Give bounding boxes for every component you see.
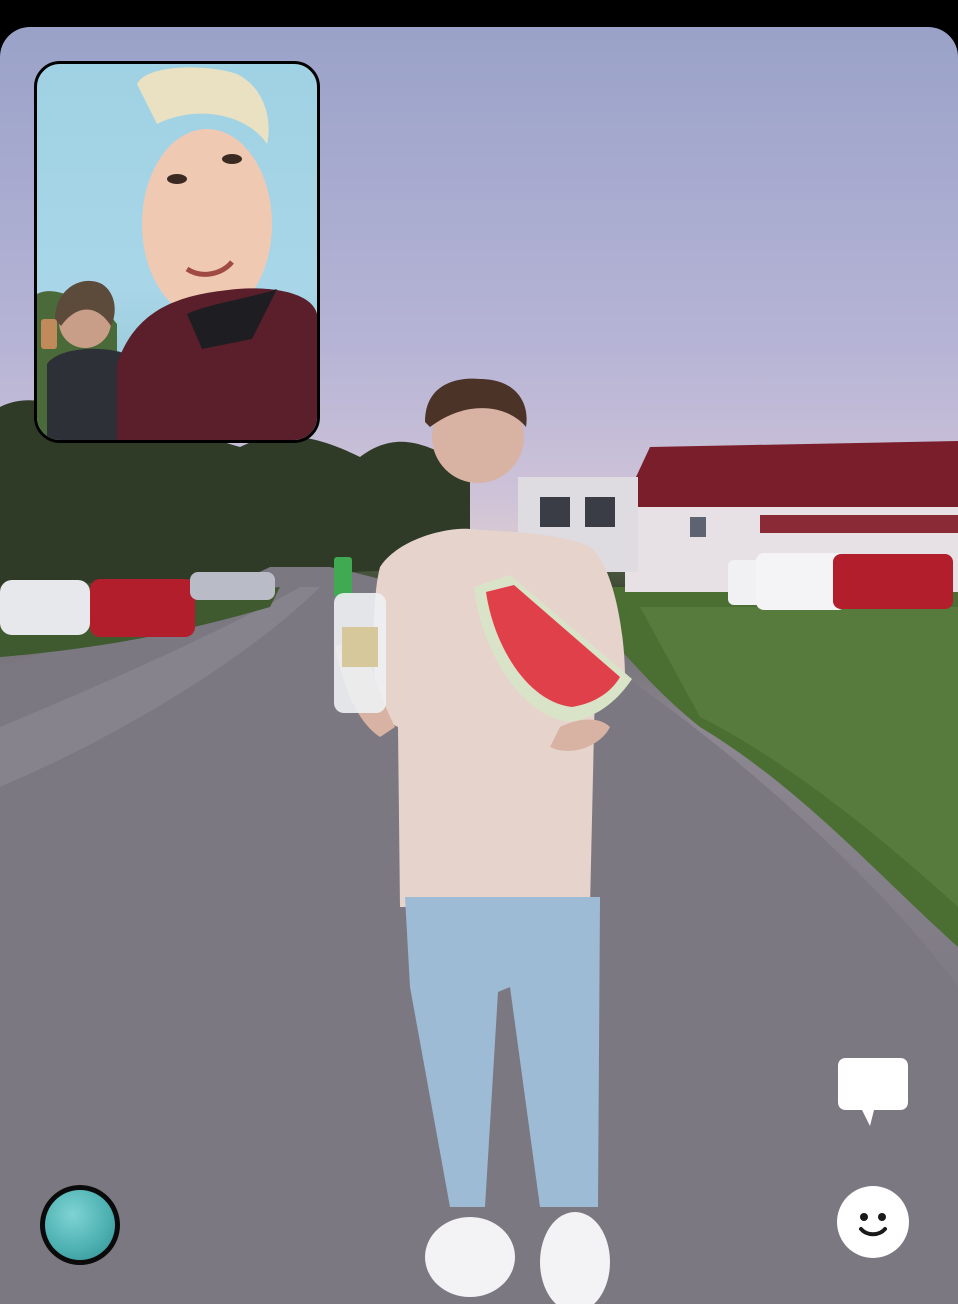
smiley-icon bbox=[859, 1213, 887, 1237]
chat-button[interactable] bbox=[836, 1056, 910, 1128]
user-avatar[interactable] bbox=[40, 1185, 120, 1265]
selfie-thumbnail[interactable] bbox=[34, 61, 320, 443]
chat-bubble-icon bbox=[838, 1058, 908, 1126]
selfie-scene bbox=[37, 67, 317, 440]
reaction-button[interactable] bbox=[837, 1186, 909, 1258]
camera-screen bbox=[0, 0, 958, 1304]
avatar-icon bbox=[45, 1190, 115, 1260]
